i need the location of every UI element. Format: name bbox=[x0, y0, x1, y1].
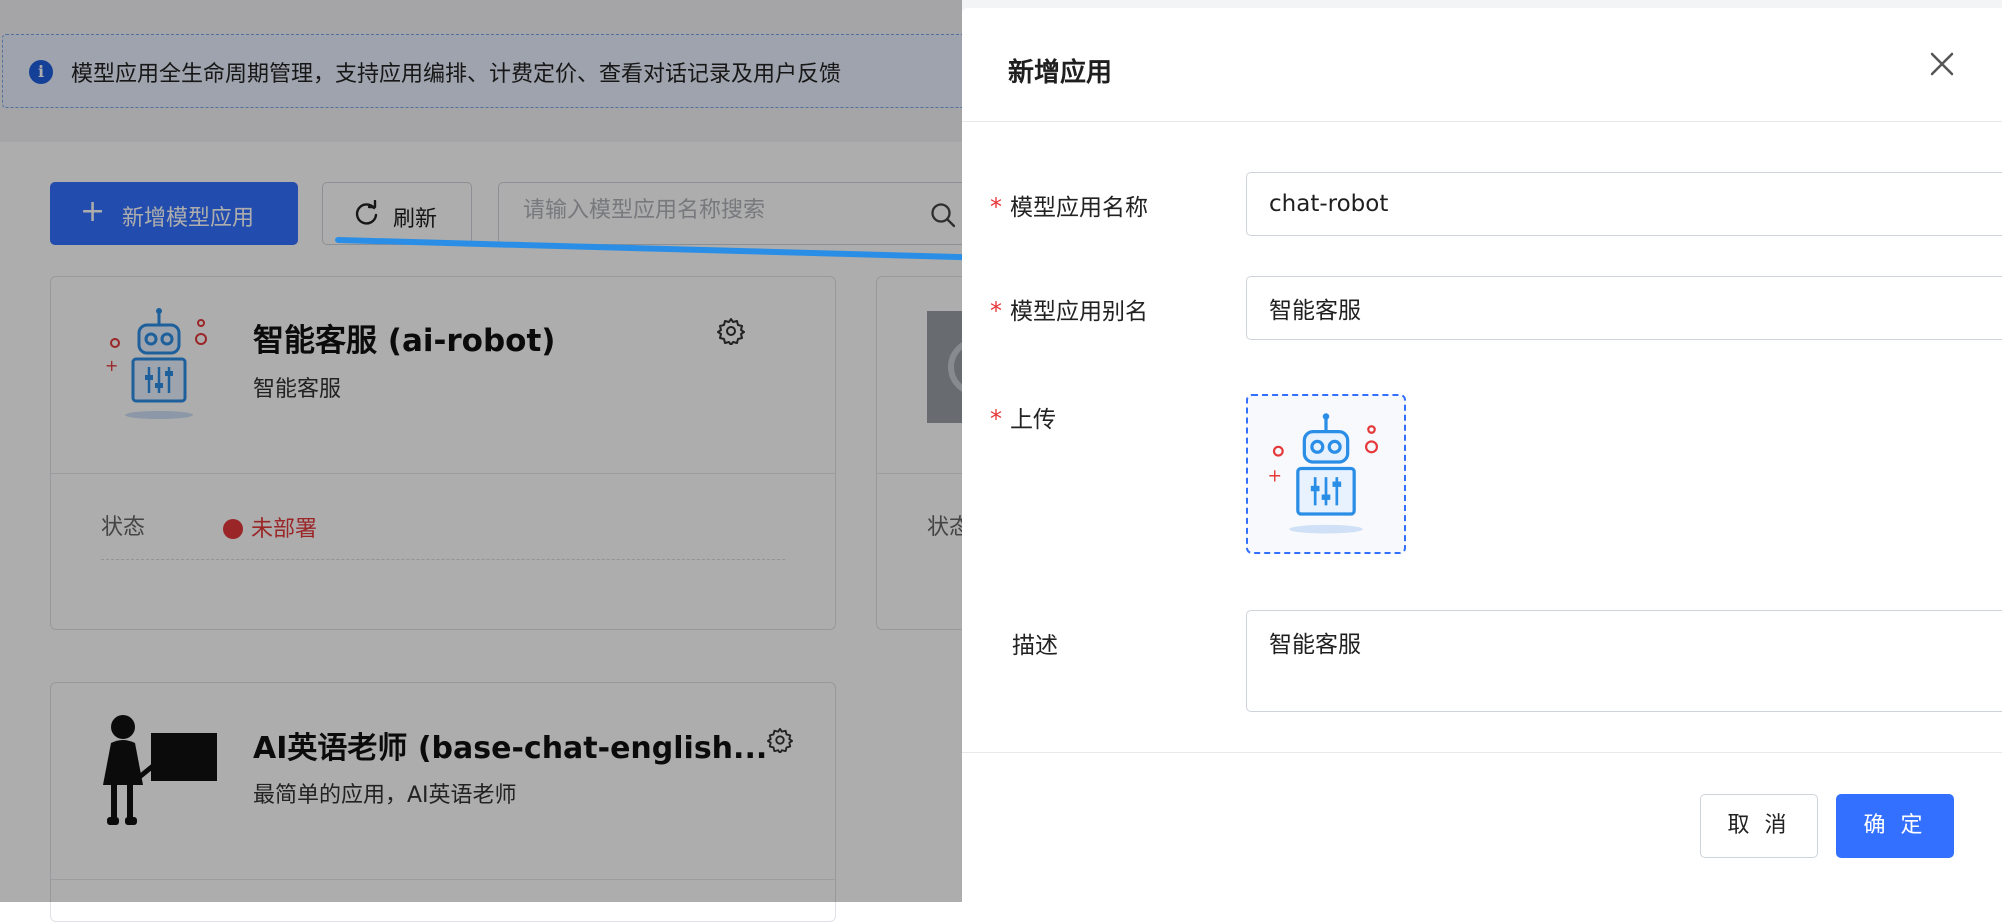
required-mark: * bbox=[990, 297, 1002, 325]
required-mark: * bbox=[990, 193, 1002, 221]
modal-overlay[interactable] bbox=[0, 0, 962, 902]
svg-text:+: + bbox=[1268, 467, 1283, 487]
annotation-arrow-icon bbox=[335, 237, 1001, 275]
description-textarea[interactable]: 智能客服 bbox=[1246, 610, 2002, 712]
upload-area[interactable]: + bbox=[1246, 394, 1406, 554]
drawer-header: 新增应用 bbox=[962, 8, 2002, 122]
add-app-drawer: 新增应用 * 模型应用名称 * 模型应用别名 * 上传 + bbox=[962, 8, 2002, 902]
description-label-text: 描述 bbox=[1012, 633, 1058, 659]
app-name-input[interactable] bbox=[1246, 172, 2002, 236]
alias-label-text: 模型应用别名 bbox=[1010, 299, 1148, 325]
drawer-footer-divider bbox=[962, 752, 2002, 753]
app-alias-input[interactable] bbox=[1246, 276, 2002, 340]
description-label: 描述 bbox=[990, 626, 1058, 660]
uploaded-robot-image: + bbox=[1268, 413, 1378, 534]
confirm-button[interactable]: 确 定 bbox=[1836, 794, 1954, 858]
close-icon[interactable] bbox=[1924, 46, 1960, 82]
drawer-title: 新增应用 bbox=[1008, 58, 1113, 88]
required-mark: * bbox=[990, 405, 1002, 433]
alias-label: * 模型应用别名 bbox=[990, 292, 1148, 326]
cancel-button[interactable]: 取 消 bbox=[1700, 794, 1818, 858]
upload-label: * 上传 bbox=[990, 400, 1056, 434]
upload-label-text: 上传 bbox=[1010, 407, 1056, 433]
name-label: * 模型应用名称 bbox=[990, 188, 1148, 222]
name-label-text: 模型应用名称 bbox=[1010, 195, 1148, 221]
